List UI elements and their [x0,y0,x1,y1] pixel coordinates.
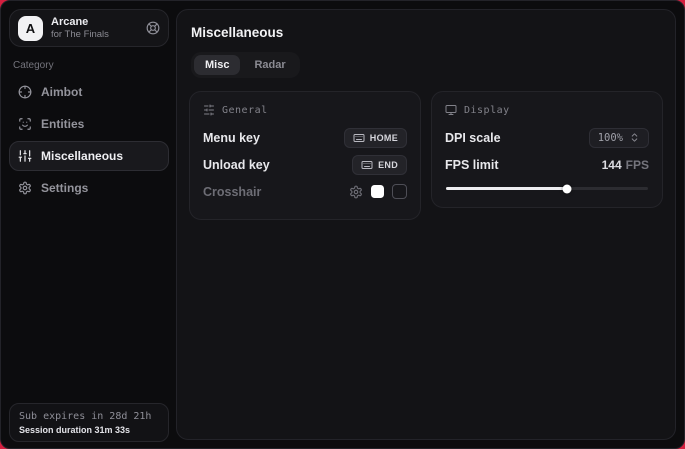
brand-subtitle: for The Finals [51,29,109,40]
sidebar-item-aimbot[interactable]: Aimbot [9,77,169,107]
fps-limit-row: FPS limit 144 FPS [445,153,649,176]
sub-expiry-text: Sub expires in 28d 21h [19,411,159,422]
crosshair-controls [349,184,407,199]
display-card-title: Display [464,105,510,116]
display-card-header: Display [445,104,649,116]
fps-limit-value: 144 FPS [602,158,649,172]
session-duration-text: Session duration 31m 33s [19,425,159,435]
fps-unit: FPS [626,158,649,172]
crosshair-row: Crosshair [203,180,407,203]
brand-text: Arcane for The Finals [51,16,109,40]
subscription-card: Sub expires in 28d 21h Session duration … [9,403,169,442]
dpi-scale-select[interactable]: 100% [589,128,649,148]
menu-key-value: HOME [370,133,398,143]
unload-key-value: END [378,160,398,170]
dpi-scale-row: DPI scale 100% [445,126,649,149]
gear-icon [18,181,32,195]
crosshair-label: Crosshair [203,185,261,199]
fps-slider-thumb[interactable] [563,184,572,193]
sidebar-item-label: Aimbot [41,85,82,99]
fps-number: 144 [602,158,622,172]
sliders-horizontal-icon [203,104,215,116]
sidebar-item-settings[interactable]: Settings [9,173,169,203]
sidebar-item-label: Settings [41,181,88,195]
main-panel: Miscellaneous Misc Radar General Menu ke… [176,9,676,440]
unload-key-bind-button[interactable]: END [352,155,407,175]
sidebar: A Arcane for The Finals Category Aimbot [1,1,176,448]
keyboard-icon [361,159,373,171]
unload-key-row: Unload key END [203,153,407,176]
general-card-header: General [203,104,407,116]
sidebar-item-label: Entities [41,117,84,131]
display-card: Display DPI scale 100% FPS limit [431,91,663,208]
menu-key-label: Menu key [203,131,260,145]
chevrons-up-down-icon [629,132,640,143]
fps-slider-fill [446,187,567,190]
sidebar-item-entities[interactable]: Entities [9,109,169,139]
unload-key-label: Unload key [203,158,270,172]
crosshair-checkbox[interactable] [392,184,407,199]
app-window: A Arcane for The Finals Category Aimbot [0,0,685,449]
gear-icon[interactable] [349,185,363,199]
general-card-title: General [222,105,268,116]
tab-misc[interactable]: Misc [194,55,240,75]
menu-key-bind-button[interactable]: HOME [344,128,407,148]
sidebar-item-miscellaneous[interactable]: Miscellaneous [9,141,169,171]
desktop-background: A Arcane for The Finals Category Aimbot [0,0,685,449]
brand-logo: A [18,16,43,41]
menu-key-row: Menu key HOME [203,126,407,149]
general-card: General Menu key HOME Unload key [189,91,421,220]
monitor-icon [445,104,457,116]
sidebar-item-label: Miscellaneous [41,149,123,163]
category-label: Category [13,60,165,71]
sliders-vertical-icon [18,149,32,163]
scan-face-icon [18,117,32,131]
crosshair-icon [18,85,32,99]
brand-card: A Arcane for The Finals [9,9,169,47]
sidebar-spacer [9,204,169,403]
tab-bar: Misc Radar [191,52,300,78]
fps-limit-slider[interactable] [446,184,648,193]
page-title: Miscellaneous [191,25,661,40]
keyboard-icon [353,132,365,144]
dpi-scale-value: 100% [598,132,623,144]
dpi-scale-label: DPI scale [445,131,501,145]
tab-radar[interactable]: Radar [243,55,296,75]
crosshair-color-swatch[interactable] [371,185,384,198]
lifebuoy-icon[interactable] [146,21,160,35]
fps-limit-label: FPS limit [445,158,498,172]
cards-grid: General Menu key HOME Unload key [189,91,663,220]
brand-title: Arcane [51,16,109,29]
